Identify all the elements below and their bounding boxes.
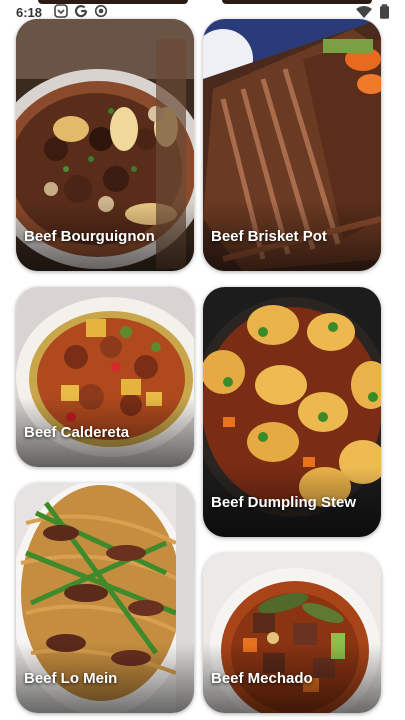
recipe-title: Beef Lo Mein	[24, 670, 118, 687]
recipe-grid: Beef Bourguignon Beef Brisket Pot Beef C…	[0, 0, 405, 720]
recipe-card[interactable]: Beef Dumpling Stew	[203, 287, 381, 537]
recipe-title: Beef Caldereta	[24, 424, 130, 441]
recipe-card[interactable]: Beef Lo Mein	[16, 483, 194, 713]
recipe-title: Beef Dumpling Stew	[211, 494, 357, 511]
recipe-card[interactable]: Beef Caldereta	[16, 287, 194, 467]
recipe-card[interactable]: Beef Brisket Pot	[203, 19, 381, 271]
recipe-title: Beef Brisket Pot	[211, 228, 327, 245]
recipe-title: Beef Mechado	[211, 670, 313, 687]
recipe-card[interactable]: Beef Bourguignon	[16, 19, 194, 271]
recipe-title: Beef Bourguignon	[24, 228, 155, 245]
recipe-card[interactable]: Beef Mechado	[203, 553, 381, 713]
